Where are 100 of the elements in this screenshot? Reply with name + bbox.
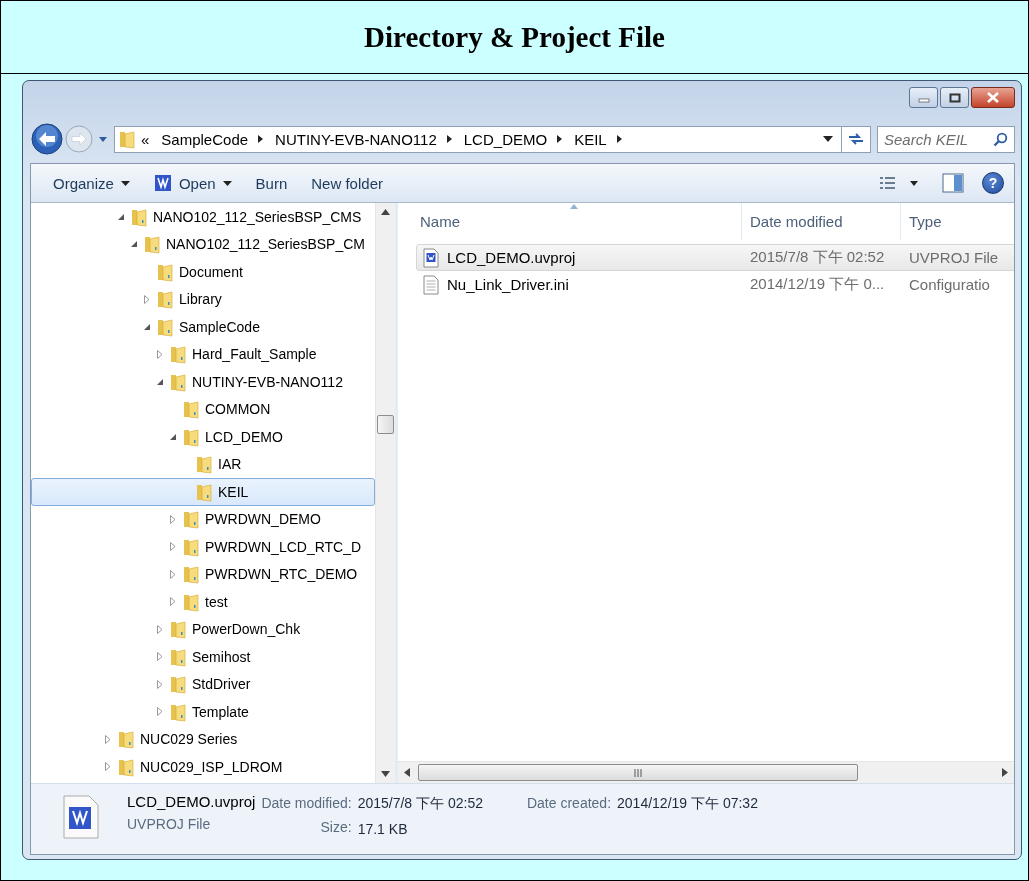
collapsed-arrow-icon: [103, 762, 112, 772]
collapsed-arrow-icon: [155, 679, 164, 689]
tree-item[interactable]: PowerDown_Chk: [31, 615, 375, 643]
address-bar[interactable]: « SampleCode NUTINY-EVB-NANO112 LCD_DEMO KEIL: [114, 125, 842, 153]
tree-item[interactable]: NANO102_112_SeriesBSP_CM: [31, 230, 375, 258]
scroll-left-arrow-icon[interactable]: [404, 768, 410, 777]
folder-icon: [170, 701, 186, 722]
collapsed-arrow-icon: [155, 624, 164, 634]
search-icon: [993, 131, 1008, 147]
scroll-down-arrow-icon[interactable]: [381, 771, 390, 777]
column-header[interactable]: Type: [901, 203, 1011, 240]
property-label: Date modified:: [261, 795, 352, 811]
folder-icon: [183, 509, 199, 530]
tree-item[interactable]: PWRDWN_LCD_RTC_D: [31, 533, 375, 561]
text-file-icon: [423, 274, 439, 295]
collapsed-arrow-icon: [168, 542, 177, 552]
tree-item[interactable]: COMMON: [31, 395, 375, 423]
tree-item[interactable]: LCD_DEMO: [31, 423, 375, 451]
file-type: Configuratio: [909, 276, 990, 293]
file-name: LCD_DEMO.uvproj: [447, 249, 576, 266]
folder-icon: [131, 206, 147, 227]
collapsed-arrow-icon: [142, 294, 151, 304]
recent-pages-dropdown[interactable]: [98, 135, 108, 143]
tree-item[interactable]: IAR: [31, 450, 375, 478]
folder-icon: [170, 646, 186, 667]
tree-item[interactable]: NUC029_ISP_LDROM: [31, 753, 375, 781]
scrollbar-thumb[interactable]: [377, 415, 394, 434]
close-button[interactable]: [971, 87, 1015, 108]
breadcrumb[interactable]: KEIL: [572, 130, 609, 148]
tree-item[interactable]: NUC029 Series: [31, 725, 375, 753]
toolbar-button[interactable]: New folder: [301, 170, 393, 196]
breadcrumb-arrow-icon[interactable]: [616, 135, 622, 143]
tree-item[interactable]: Hard_Fault_Sample: [31, 340, 375, 368]
breadcrumb-arrow-icon[interactable]: [258, 135, 264, 143]
scroll-up-arrow-icon[interactable]: [381, 209, 390, 215]
scroll-right-arrow-icon[interactable]: [1002, 768, 1008, 777]
breadcrumb-arrow-icon[interactable]: [557, 135, 563, 143]
maximize-button[interactable]: [940, 87, 969, 108]
toolbar-button[interactable]: Open: [143, 170, 242, 196]
collapsed-arrow-icon: [155, 707, 164, 717]
toolbar-button[interactable]: Organize: [43, 170, 140, 196]
tree-item[interactable]: PWRDWN_RTC_DEMO: [31, 560, 375, 588]
tree-item[interactable]: PWRDWN_DEMO: [31, 505, 375, 533]
caret-icon: [222, 180, 232, 186]
expanded-arrow-icon: [168, 432, 177, 441]
toolbar-button[interactable]: Burn: [245, 170, 298, 196]
tree-item[interactable]: Document: [31, 258, 375, 286]
expanded-arrow-icon: [129, 240, 138, 249]
folder-icon: [196, 481, 212, 502]
history-dropdown-icon[interactable]: [823, 136, 833, 142]
folder-icon: [157, 289, 173, 310]
breadcrumb[interactable]: NUTINY-EVB-NANO112: [273, 130, 439, 148]
folder-icon: [157, 261, 173, 282]
refresh-button[interactable]: [841, 125, 871, 153]
folder-icon: [170, 344, 186, 365]
collapsed-arrow-icon: [168, 597, 177, 607]
folder-icon: [170, 674, 186, 695]
scrollbar-thumb[interactable]: [418, 764, 858, 781]
date-modified: 2015/7/8 下午 02:52: [750, 248, 885, 267]
breadcrumb[interactable]: SampleCode: [159, 130, 251, 148]
date-modified: 2014/12/19 下午 0...: [750, 275, 885, 294]
tree-item[interactable]: NUTINY-EVB-NANO112: [31, 368, 375, 396]
folder-icon: [196, 454, 212, 475]
vertical-scrollbar[interactable]: [375, 203, 395, 783]
collapsed-arrow-icon: [168, 569, 177, 579]
tree-item[interactable]: Semihost: [31, 643, 375, 671]
overflow-indicator[interactable]: «: [141, 130, 150, 148]
caret-icon: [120, 180, 130, 186]
help-button[interactable]: ?: [982, 172, 1004, 194]
breadcrumb-arrow-icon[interactable]: [446, 135, 452, 143]
folder-icon: [118, 729, 134, 750]
minimize-button[interactable]: [909, 87, 938, 108]
back-button[interactable]: [30, 122, 64, 156]
app-icon: [153, 174, 172, 192]
column-header[interactable]: Date modified: [742, 203, 901, 240]
file-row[interactable]: Nu_Link_Driver.ini 2014/12/19 下午 0... Configuratio: [416, 271, 1014, 298]
collapsed-arrow-icon: [155, 652, 164, 662]
tree-item[interactable]: test: [31, 588, 375, 616]
tree-item[interactable]: Template: [31, 698, 375, 726]
breadcrumb[interactable]: LCD_DEMO: [461, 130, 550, 148]
tree-item[interactable]: Library: [31, 285, 375, 313]
folder-icon: [170, 619, 186, 640]
column-header[interactable]: Name: [398, 203, 742, 240]
property-value: 2015/7/8 下午 02:52: [357, 795, 483, 813]
folder-icon: [157, 316, 173, 337]
file-type: UVPROJ File: [909, 249, 999, 266]
folder-icon: [118, 756, 134, 777]
file-row[interactable]: LCD_DEMO.uvproj 2015/7/8 下午 02:52 UVPROJ File: [416, 244, 1014, 271]
expanded-arrow-icon: [116, 212, 125, 221]
property-value: 2014/12/19 下午 07:32: [617, 795, 758, 813]
tree-item[interactable]: SampleCode: [31, 313, 375, 341]
project-file-icon: [63, 795, 99, 839]
tree-item[interactable]: StdDriver: [31, 670, 375, 698]
property-label: Size:: [320, 819, 352, 835]
tree-item[interactable]: KEIL: [31, 478, 375, 506]
horizontal-scrollbar[interactable]: [398, 761, 1014, 783]
tree-item[interactable]: NANO102_112_SeriesBSP_CMS: [31, 203, 375, 231]
search-field[interactable]: Search KEIL: [877, 125, 1015, 153]
folder-icon: [183, 591, 199, 612]
sort-arrow-icon: [569, 204, 578, 209]
